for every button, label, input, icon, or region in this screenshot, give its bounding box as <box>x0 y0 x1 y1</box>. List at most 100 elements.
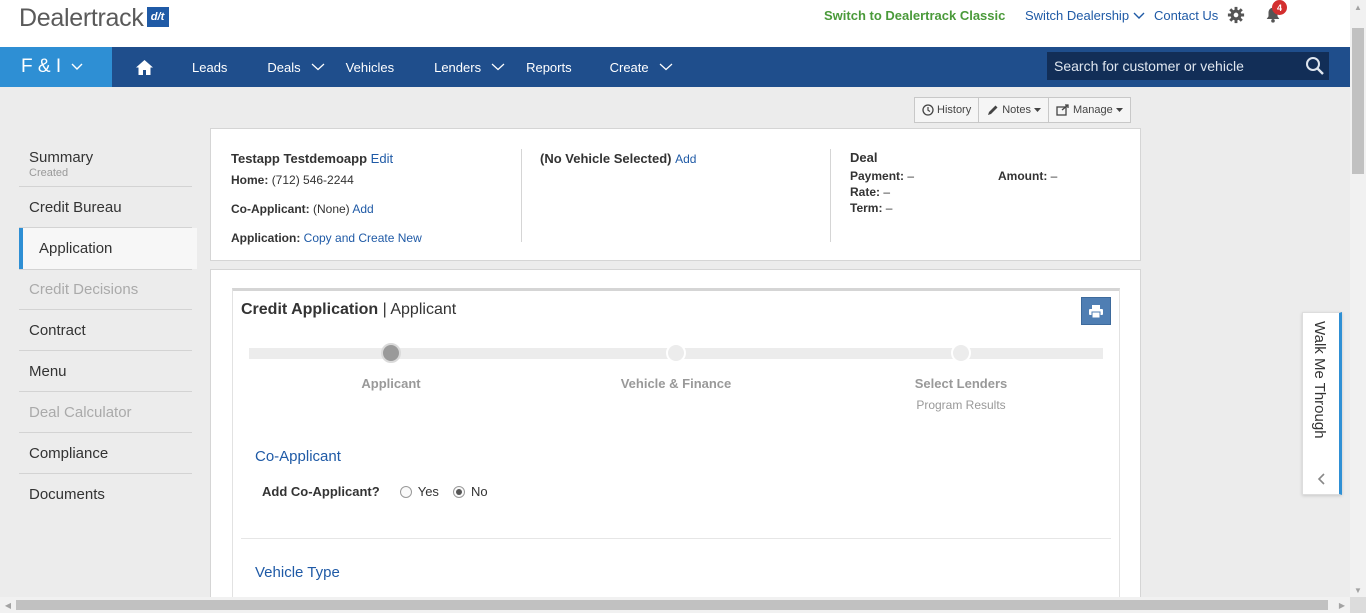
print-icon <box>1089 304 1103 318</box>
add-co-applicant-label: Add Co-Applicant? <box>262 484 380 499</box>
step-dot-vehicle-finance[interactable] <box>666 343 686 363</box>
gear-icon[interactable] <box>1227 6 1245 24</box>
module-label: F & I <box>21 56 62 77</box>
step-label-applicant[interactable]: Applicant <box>311 376 471 391</box>
caret-down-icon <box>1033 108 1041 112</box>
home-phone: (712) 546-2244 <box>271 173 354 187</box>
walk-me-through-widget[interactable]: Walk Me Through <box>1302 312 1342 495</box>
sidebar-item-label: Summary <box>29 148 94 166</box>
chevron-left-icon[interactable] <box>1317 473 1325 485</box>
contact-us-link[interactable]: Contact Us <box>1154 8 1218 23</box>
sidebar-item-label: Credit Bureau <box>29 198 122 216</box>
sidebar-item-documents[interactable]: Documents <box>19 474 192 515</box>
step-label-vehicle-finance[interactable]: Vehicle & Finance <box>596 376 756 391</box>
radio-yes[interactable] <box>399 485 412 498</box>
vehicle-type-heading: Vehicle Type <box>255 564 340 581</box>
nav-create[interactable]: Create <box>610 47 673 87</box>
co-applicant-heading: Co-Applicant <box>255 448 341 465</box>
chevron-down-icon <box>1133 12 1145 19</box>
sidebar-item-credit-bureau[interactable]: Credit Bureau <box>19 187 192 228</box>
search-icon[interactable] <box>1305 56 1325 76</box>
logo-mark: d/t <box>146 6 169 27</box>
radio-yes-label[interactable]: Yes <box>418 484 439 499</box>
manage-button[interactable]: Manage <box>1049 98 1130 122</box>
copy-create-new-link[interactable]: Copy and Create New <box>304 231 422 245</box>
sidebar-item-deal-calculator: Deal Calculator <box>19 392 192 433</box>
payment-value: – <box>907 169 915 183</box>
print-button[interactable] <box>1081 297 1111 325</box>
deal-info-panel: Testapp Testdemoapp Edit Home: (712) 546… <box>210 128 1141 261</box>
walk-me-through-label: Walk Me Through <box>1311 321 1328 439</box>
scroll-right-arrow[interactable]: ▶ <box>1334 597 1350 613</box>
notification-badge: 4 <box>1272 0 1287 15</box>
nav-deals[interactable]: Deals <box>267 47 325 87</box>
notes-button[interactable]: Notes <box>979 98 1049 122</box>
top-bar: Dealertrack d/t Switch to Dealertrack Cl… <box>0 0 1350 47</box>
step-sublabel: Program Results <box>916 398 1006 412</box>
sidebar-item-label: Menu <box>29 362 67 380</box>
nav-vehicles-label: Vehicles <box>345 59 395 75</box>
sidebar-item-label: Deal Calculator <box>29 403 132 421</box>
sidebar-item-label: Documents <box>29 486 105 503</box>
edit-customer-link[interactable]: Edit <box>371 151 393 166</box>
nav-leads[interactable]: Leads <box>192 47 227 87</box>
nav-vehicles[interactable]: Vehicles <box>346 47 394 87</box>
horizontal-scroll-thumb[interactable] <box>16 600 1328 610</box>
payment-label: Payment: <box>850 169 905 183</box>
chevron-down-icon <box>659 63 673 71</box>
step-dot-applicant[interactable] <box>381 343 401 363</box>
add-vehicle-link[interactable]: Add <box>675 152 696 166</box>
amount-label: Amount: <box>998 169 1048 183</box>
term-label: Term: <box>850 201 883 215</box>
radio-no[interactable] <box>452 485 465 498</box>
summary-status: Created <box>29 166 69 179</box>
step-label-select-lenders[interactable]: Select Lenders <box>881 376 1041 391</box>
column-divider <box>521 149 522 242</box>
scrollbar-corner <box>1350 597 1366 613</box>
dealertrack-logo[interactable]: Dealertrack d/t <box>19 4 169 33</box>
search-input[interactable]: Search for customer or vehicle <box>1047 52 1329 80</box>
sidebar-item-label: Credit Decisions <box>29 281 139 298</box>
scroll-down-arrow[interactable]: ▼ <box>1350 583 1366 597</box>
sidebar-item-label: Compliance <box>29 444 109 462</box>
radio-no-label[interactable]: No <box>471 484 488 499</box>
sidebar-item-label: Contract <box>29 321 86 339</box>
step-dot-select-lenders[interactable] <box>951 343 971 363</box>
co-applicant-value: (None) <box>313 202 350 216</box>
sidebar-item-contract[interactable]: Contract <box>19 310 192 351</box>
history-button[interactable]: History <box>915 98 980 122</box>
scroll-left-arrow[interactable]: ◀ <box>0 597 16 613</box>
switch-dealership-dropdown[interactable]: Switch Dealership <box>1025 8 1145 23</box>
add-co-applicant-link[interactable]: Add <box>352 202 373 216</box>
caret-down-icon <box>1115 108 1123 112</box>
chevron-down-icon <box>311 63 325 71</box>
column-divider <box>830 149 831 242</box>
application-label: Application: <box>231 231 301 245</box>
sidebar-item-compliance[interactable]: Compliance <box>19 433 192 474</box>
home-button[interactable] <box>112 47 176 87</box>
nav-reports[interactable]: Reports <box>526 47 572 87</box>
nav-lenders[interactable]: Lenders <box>434 47 505 87</box>
deal-title: Deal <box>850 150 878 165</box>
vertical-scroll-thumb[interactable] <box>1352 28 1364 174</box>
switch-classic-link[interactable]: Switch to Dealertrack Classic <box>824 8 1005 23</box>
credit-app-title: Credit Application <box>241 301 379 318</box>
module-switcher[interactable]: F & I <box>0 47 112 87</box>
co-applicant-label: Co-Applicant: <box>231 202 310 216</box>
customer-info: Testapp Testdemoapp Edit Home: (712) 546… <box>231 151 422 257</box>
credit-application-card: Credit Application | Applicant Applicant… <box>232 288 1120 608</box>
nav-create-label: Create <box>609 59 649 75</box>
sidebar-item-application[interactable]: Application <box>19 228 197 269</box>
switch-dealership-label: Switch Dealership <box>1025 8 1130 23</box>
sidebar-item-summary[interactable]: Summary Created <box>19 141 192 187</box>
customer-name: Testapp Testdemoapp <box>231 151 368 166</box>
search-placeholder: Search for customer or vehicle <box>1054 58 1244 74</box>
scroll-up-arrow[interactable]: ▲ <box>1350 0 1366 14</box>
nav-deals-label: Deals <box>267 59 301 75</box>
home-icon <box>135 59 153 75</box>
add-co-applicant-row: Add Co-Applicant? Yes No <box>262 484 488 499</box>
term-value: – <box>885 201 893 215</box>
nav-reports-label: Reports <box>526 59 572 75</box>
sidebar-item-menu[interactable]: Menu <box>19 351 192 392</box>
nav-lenders-label: Lenders <box>434 59 482 75</box>
